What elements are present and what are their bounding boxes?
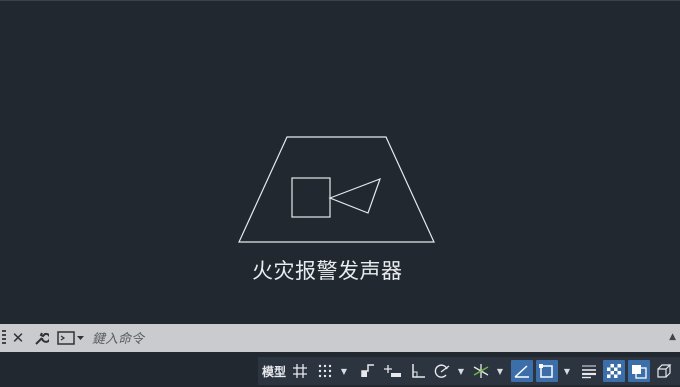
drawing-viewport[interactable]: 火灾报警发声器 [0,0,680,324]
polar-dropdown-icon[interactable]: ▼ [455,360,467,382]
3d-object-snap-icon[interactable] [653,360,675,382]
close-icon[interactable]: ✕ [10,329,26,347]
status-bar: 模型 ▼ ▼ ▼ ▼ [0,355,680,387]
command-input[interactable] [90,329,654,349]
infer-constraints-icon[interactable] [358,360,378,382]
trapezoid-outline [238,136,435,243]
model-tab[interactable]: 模型 [260,360,288,382]
command-history-icon[interactable] [56,329,86,347]
grid-icon[interactable] [290,360,310,382]
square-outline [291,177,331,218]
object-snap-icon[interactable] [536,360,558,382]
command-line-expand-icon[interactable]: ▲ [669,332,676,342]
dynamic-input-icon[interactable] [382,360,404,382]
snap-dropdown-icon[interactable]: ▼ [338,360,350,382]
drawing-caption: 火灾报警发声器 [252,259,403,283]
ortho-icon[interactable] [408,360,428,382]
selection-cycling-icon[interactable] [628,360,650,382]
polar-tracking-icon[interactable] [431,360,453,382]
horn-triangle-outline [328,177,381,214]
lineweight-icon[interactable] [578,360,600,382]
isometric-dropdown-icon[interactable]: ▼ [494,360,506,382]
command-line-grip[interactable] [2,330,6,346]
wrench-icon[interactable] [32,329,50,347]
snap-grid-icon[interactable] [314,360,336,382]
isometric-icon[interactable] [470,360,492,382]
object-snap-dropdown-icon[interactable]: ▼ [561,360,573,382]
object-snap-tracking-icon[interactable] [511,360,533,382]
command-line: ✕ ▲ [0,324,680,352]
transparency-icon[interactable] [603,360,625,382]
